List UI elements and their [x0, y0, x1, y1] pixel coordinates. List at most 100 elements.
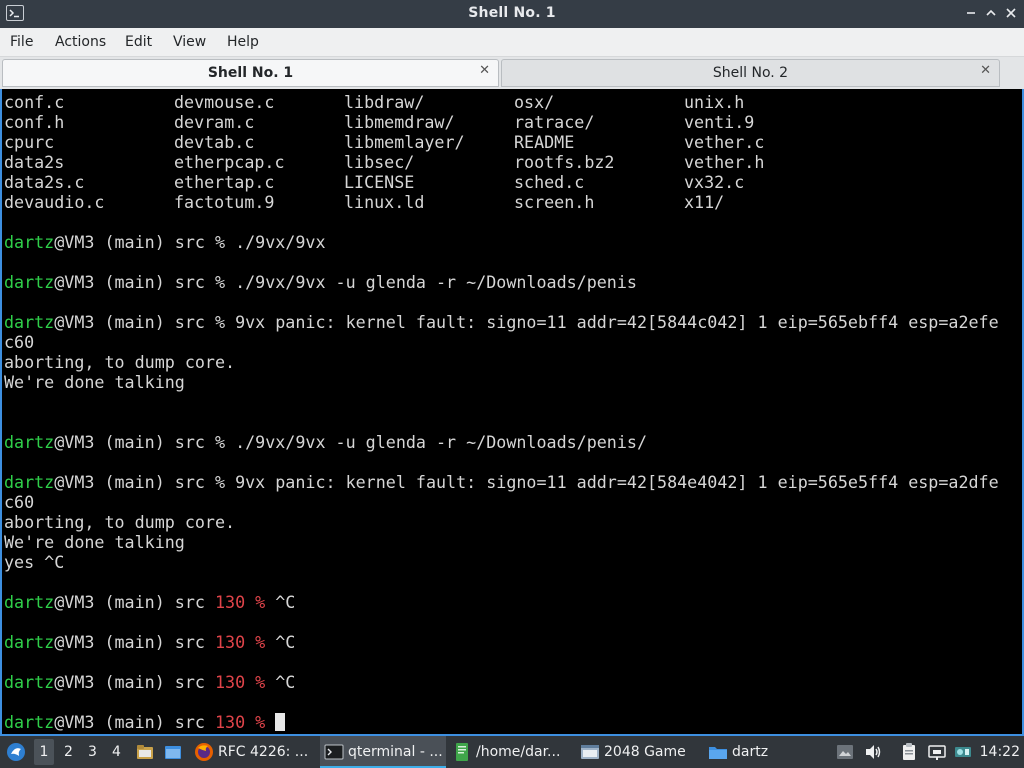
tab-shell-1[interactable]: Shell No. 1 ✕ — [2, 59, 499, 87]
close-button[interactable] — [1002, 4, 1020, 22]
listing-entry: vether.h — [684, 152, 765, 172]
listing-entry: rootfs.bz2 — [514, 152, 615, 172]
terminal-prompt-line: dartz@VM3 (main) src % ./9vx/9vx -u glen… — [4, 432, 647, 452]
listing-entry: linux.ld — [344, 192, 425, 212]
menu-edit[interactable]: Edit — [125, 34, 152, 50]
terminal-output-line: We're done talking — [4, 532, 185, 552]
prompt-host: @VM3 (main) src — [54, 672, 205, 692]
task-editor[interactable]: /home/dar... — [450, 736, 574, 768]
task-file-manager[interactable]: dartz — [706, 736, 806, 768]
task-2048-game[interactable]: 2048 Game — [578, 736, 698, 768]
command-text: ^C — [275, 672, 296, 692]
menu-file[interactable]: File — [10, 34, 33, 50]
listing-entry: libmemdraw/ — [344, 112, 455, 132]
task-firefox[interactable]: RFC 4226: ... — [192, 736, 316, 768]
listing-row: conf.c devmouse.c libdraw/osx/unix.h — [4, 92, 744, 112]
window-icon — [581, 745, 599, 759]
listing-entry: unix.h — [684, 92, 745, 112]
listing-entry: ratrace/ — [514, 112, 595, 132]
taskbar: 1 2 3 4 RFC 4226: ... qterminal - ... /h… — [0, 736, 1024, 768]
menu-view[interactable]: View — [173, 34, 206, 50]
prompt-host: @VM3 (main) src — [54, 232, 205, 252]
listing-entry: libsec/ — [344, 152, 415, 172]
prompt-user: dartz — [4, 272, 55, 292]
window-list-button[interactable] — [162, 736, 184, 768]
start-menu-button[interactable] — [4, 736, 28, 768]
listing-row: cpurc devtab.c libmemlayer/README vether.c — [4, 132, 764, 152]
desktop-3[interactable]: 3 — [88, 744, 97, 760]
menu-bar: File Actions Edit View Help — [0, 28, 1024, 57]
terminal-prompt-line: dartz@VM3 (main) src 130 % ^C — [4, 672, 295, 692]
listing-entry: libdraw/ — [344, 92, 425, 112]
prompt-user: dartz — [4, 712, 55, 732]
prompt-user: dartz — [4, 632, 55, 652]
tab-close-icon[interactable]: ✕ — [980, 63, 991, 78]
tray-network-button[interactable] — [926, 736, 948, 768]
prompt-user: dartz — [4, 312, 55, 332]
terminal-prompt-line: dartz@VM3 (main) src 130 % — [4, 712, 286, 732]
tray-screen-button[interactable] — [834, 736, 856, 768]
maximize-button[interactable] — [982, 4, 1000, 22]
listing-row: conf.h devram.c libmemdraw/ratrace/venti.9 — [4, 112, 754, 132]
window-title: Shell No. 1 — [468, 5, 556, 21]
tab-shell-2[interactable]: Shell No. 2 ✕ — [501, 59, 1000, 87]
menu-help[interactable]: Help — [227, 34, 259, 50]
listing-entry: README — [514, 132, 575, 152]
prompt-sep: % — [204, 312, 236, 332]
prompt-user: dartz — [4, 432, 55, 452]
listing-entry: osx/ — [514, 92, 555, 112]
menu-actions[interactable]: Actions — [55, 34, 106, 50]
terminal-view[interactable]: conf.c devmouse.c libdraw/osx/unix.h conf.… — [0, 89, 1024, 736]
prompt-user: dartz — [4, 472, 55, 492]
listing-entry: x11/ — [684, 192, 725, 212]
terminal-prompt-line: dartz@VM3 (main) src % 9vx panic: kernel… — [4, 312, 999, 332]
terminal-prompt-line: dartz@VM3 (main) src % ./9vx/9vx — [4, 232, 326, 252]
minimize-button[interactable] — [962, 4, 980, 22]
terminal-prompt-line: dartz@VM3 (main) src % 9vx panic: kernel… — [4, 472, 999, 492]
listing-entry: ethertap.c — [174, 172, 275, 192]
listing-entry: devram.c — [174, 112, 255, 132]
clipboard-icon — [903, 743, 915, 760]
terminal-output-line: aborting, to dump core. — [4, 352, 236, 372]
prompt-host: @VM3 (main) src — [54, 592, 205, 612]
prompt-user: dartz — [4, 592, 55, 612]
prompt-sep: % — [245, 672, 276, 692]
output-text: 9vx panic: kernel fault: signo=11 addr=4… — [235, 312, 999, 332]
prompt-host: @VM3 (main) src — [54, 312, 205, 332]
task-label: 2048 Game — [604, 744, 686, 760]
command-text: ./9vx/9vx -u glenda -r ~/Downloads/penis… — [235, 432, 647, 452]
command-text: ./9vx/9vx -u glenda -r ~/Downloads/penis — [235, 272, 637, 292]
tab-close-icon[interactable]: ✕ — [479, 63, 490, 78]
task-label: /home/dar... — [476, 744, 561, 760]
terminal-prompt-line: dartz@VM3 (main) src 130 % ^C — [4, 632, 295, 652]
listing-entry: conf.c — [4, 92, 65, 112]
desktop-1[interactable]: 1 — [34, 739, 54, 765]
listing-row: data2s etherpcap.c libsec/rootfs.bz2 vether… — [4, 152, 764, 172]
tray-update-button[interactable] — [952, 736, 974, 768]
prompt-sep: % — [204, 272, 236, 292]
minimize-icon — [967, 12, 975, 14]
prompt-sep: % — [204, 432, 236, 452]
tray-volume-button[interactable] — [862, 736, 884, 768]
prompt-host: @VM3 (main) src — [54, 632, 205, 652]
desktop-4[interactable]: 4 — [112, 744, 121, 760]
window-icon — [165, 746, 181, 759]
close-icon — [1006, 8, 1016, 18]
prompt-sep: % — [204, 232, 236, 252]
prompt-sep: % — [245, 592, 276, 612]
listing-entry: LICENSE — [344, 172, 415, 192]
tab-label: Shell No. 1 — [207, 65, 294, 81]
listing-entry: data2s — [4, 152, 65, 172]
prompt-sep: % — [245, 712, 276, 732]
clock[interactable]: 14:22 — [980, 744, 1020, 760]
network-wired-icon — [928, 745, 946, 760]
tray-clipboard-button[interactable] — [898, 736, 920, 768]
listing-entry: devtab.c — [174, 132, 255, 152]
show-desktop-button[interactable] — [134, 736, 156, 768]
folder-icon — [709, 747, 727, 759]
listing-entry: libmemlayer/ — [344, 132, 465, 152]
desktop-2[interactable]: 2 — [64, 744, 73, 760]
terminal-prompt-line: dartz@VM3 (main) src % ./9vx/9vx -u glen… — [4, 272, 637, 292]
listing-entry: venti.9 — [684, 112, 755, 132]
task-qterminal[interactable]: qterminal - ... — [320, 736, 446, 768]
